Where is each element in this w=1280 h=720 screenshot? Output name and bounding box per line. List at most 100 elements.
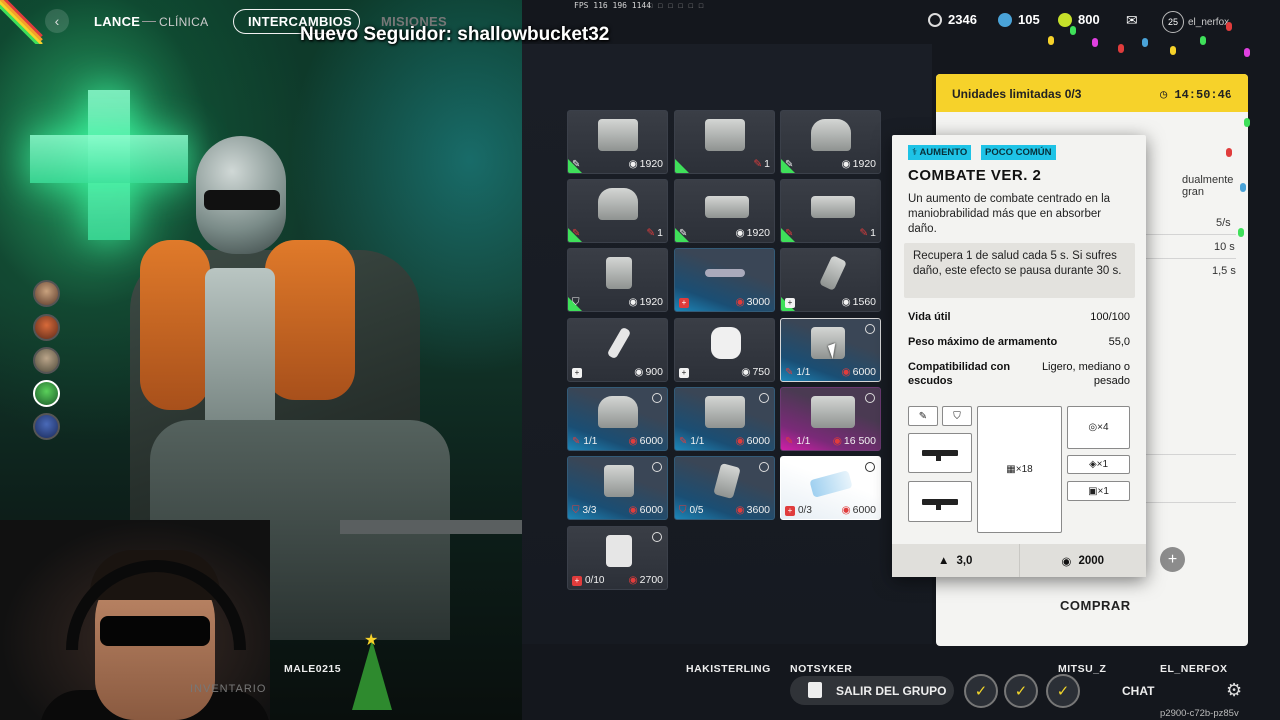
- syringe-icon: [818, 255, 848, 291]
- grid-tile-10[interactable]: + ◉ 900: [567, 318, 668, 382]
- tile-stock: ⛉ 0/5: [679, 505, 704, 516]
- tile-price: ◉ 1920: [841, 158, 876, 170]
- bag-icon: [811, 119, 851, 151]
- tile-stock: ✎ 1/1: [785, 436, 811, 447]
- squad-avatar-5[interactable]: [33, 413, 60, 440]
- injector-icon: [606, 326, 632, 360]
- grid-tile-17[interactable]: ⛉ 0/5 ◉ 3600: [674, 456, 775, 520]
- tile-price: ✎ 1: [646, 227, 663, 239]
- nav-clinica[interactable]: CLÍNICA: [159, 15, 208, 29]
- grid-tile-11[interactable]: + ◉ 750: [674, 318, 775, 382]
- streamer-webcam: INVENTARIO: [0, 520, 270, 720]
- tile-price: ✎ 1: [859, 227, 876, 239]
- grid-tile-4[interactable]: ✎ ✎ 1: [567, 179, 668, 243]
- stat-label-durability: Vida útil: [908, 311, 951, 323]
- coin-icon: [928, 12, 942, 27]
- backpack-icon: [604, 465, 634, 497]
- back-button[interactable]: ‹: [45, 9, 69, 33]
- grid-tile-9[interactable]: + ◉ 1560: [780, 248, 881, 312]
- drone-icon: [705, 269, 745, 277]
- augment-icon: [811, 327, 845, 359]
- case-icon: [705, 119, 745, 151]
- player-name-2: HAKISTERLING: [686, 663, 771, 675]
- squad-avatar-1[interactable]: [33, 280, 60, 307]
- christmas-lights-overlay: [1030, 8, 1280, 248]
- party-member-2[interactable]: ✓: [1004, 674, 1038, 708]
- grid-tile-1[interactable]: ✎ ◉ 1920: [567, 110, 668, 174]
- clock-icon: [652, 532, 662, 542]
- nav-lance[interactable]: LANCE: [94, 14, 140, 29]
- grid-tile-6[interactable]: ✎ ✎ 1: [780, 179, 881, 243]
- add-quantity-button[interactable]: +: [1160, 547, 1185, 572]
- tile-tag: +: [572, 368, 582, 378]
- grid-tile-13[interactable]: ✎ 1/1 ◉ 6000: [567, 387, 668, 451]
- clock-icon: [759, 393, 769, 403]
- tile-tag: +: [679, 298, 689, 308]
- tile-tag: +: [785, 298, 795, 308]
- rifle-icon: [922, 450, 958, 461]
- grid-tile-16[interactable]: ⛉ 3/3 ◉ 6000: [567, 456, 668, 520]
- squad-avatar-3[interactable]: [33, 347, 60, 374]
- grid-tile-2[interactable]: ✎ 1: [674, 110, 775, 174]
- clock-icon: [865, 462, 875, 472]
- leave-group-label: SALIR DEL GRUPO: [836, 683, 947, 698]
- tile-tag: ✎: [572, 228, 581, 239]
- party-member-3[interactable]: ✓: [1046, 674, 1080, 708]
- tile-price: ◉ 1560: [841, 296, 876, 308]
- tile-tag: ✎: [785, 228, 794, 239]
- grid-tile-14[interactable]: ✎ 1/1 ◉ 6000: [674, 387, 775, 451]
- grid-tile-5[interactable]: ✎ ◉ 1920: [674, 179, 775, 243]
- chat-button[interactable]: CHAT: [1122, 684, 1154, 698]
- currency-coins: 2346: [928, 12, 977, 27]
- rifle-icon: [922, 498, 958, 510]
- headset-icon: [66, 560, 246, 650]
- gear-icon[interactable]: ⚙: [1226, 680, 1242, 701]
- tile-tag: ✎: [679, 228, 688, 239]
- bag-icon: [598, 396, 638, 428]
- tile-tag: ✎: [572, 159, 581, 170]
- tile-price: ◉ 6000: [735, 435, 770, 447]
- player-name-1: MALE0215: [284, 663, 342, 675]
- side-table: [340, 520, 522, 534]
- squad-avatar-selected[interactable]: [33, 380, 60, 407]
- squad-avatar-2[interactable]: [33, 314, 60, 341]
- player-name-5: EL_NERFOX: [1160, 663, 1228, 675]
- fps-indicators: □ □ □ □ □ □: [648, 3, 706, 10]
- weapon-slot-1: [908, 433, 972, 473]
- brand-stripe-icon: [0, 0, 44, 44]
- item-title: COMBATE VER. 2: [908, 167, 1042, 184]
- grid-tile-18[interactable]: + 0/3 ◉ 6000: [780, 456, 881, 520]
- bag-icon: [598, 188, 638, 220]
- grenade-slots: ◎ ×4: [1067, 406, 1130, 449]
- nav-separator: [142, 21, 156, 22]
- stat-label-shield: Compatibilidad con escudos: [908, 361, 1011, 387]
- clock-icon: [865, 393, 875, 403]
- shield-slot-icon: ⛉: [942, 406, 972, 426]
- clock-icon: [759, 462, 769, 472]
- tile-stock: + 0/10: [572, 575, 604, 586]
- buy-button[interactable]: COMPRAR: [1060, 598, 1131, 613]
- grenade-icon: [606, 257, 632, 289]
- wrap-icon: [606, 535, 632, 567]
- weight-icon: ▲: [938, 554, 950, 567]
- tool-slots: ◈ ×1: [1067, 455, 1130, 474]
- tile-stock: ✎ 1/1: [572, 436, 598, 447]
- christmas-tree-icon: [352, 640, 392, 710]
- tile-tag: ✎: [785, 159, 794, 170]
- tile-tag: +: [679, 368, 689, 378]
- tile-price: ◉ 1920: [735, 227, 770, 239]
- coin-icon: ◉: [1061, 555, 1072, 568]
- grid-tile-3[interactable]: ✎ ◉ 1920: [780, 110, 881, 174]
- grid-tile-7[interactable]: ⛉ ◉ 1920: [567, 248, 668, 312]
- grid-tile-19[interactable]: + 0/10 ◉ 2700: [567, 526, 668, 590]
- tile-price: ◉ 6000: [628, 504, 663, 516]
- shield-icon: [713, 462, 741, 500]
- grid-tile-15[interactable]: ✎ 1/1 ◉ 16 500: [780, 387, 881, 451]
- star-icon: ★: [364, 632, 379, 649]
- leave-group-button[interactable]: SALIR DEL GRUPO: [790, 676, 954, 705]
- token-icon: [998, 12, 1012, 27]
- case-icon: [705, 396, 745, 428]
- party-member-1[interactable]: ✓: [964, 674, 998, 708]
- grid-tile-8[interactable]: + ◉ 3000: [674, 248, 775, 312]
- character-vest-left: [140, 240, 210, 410]
